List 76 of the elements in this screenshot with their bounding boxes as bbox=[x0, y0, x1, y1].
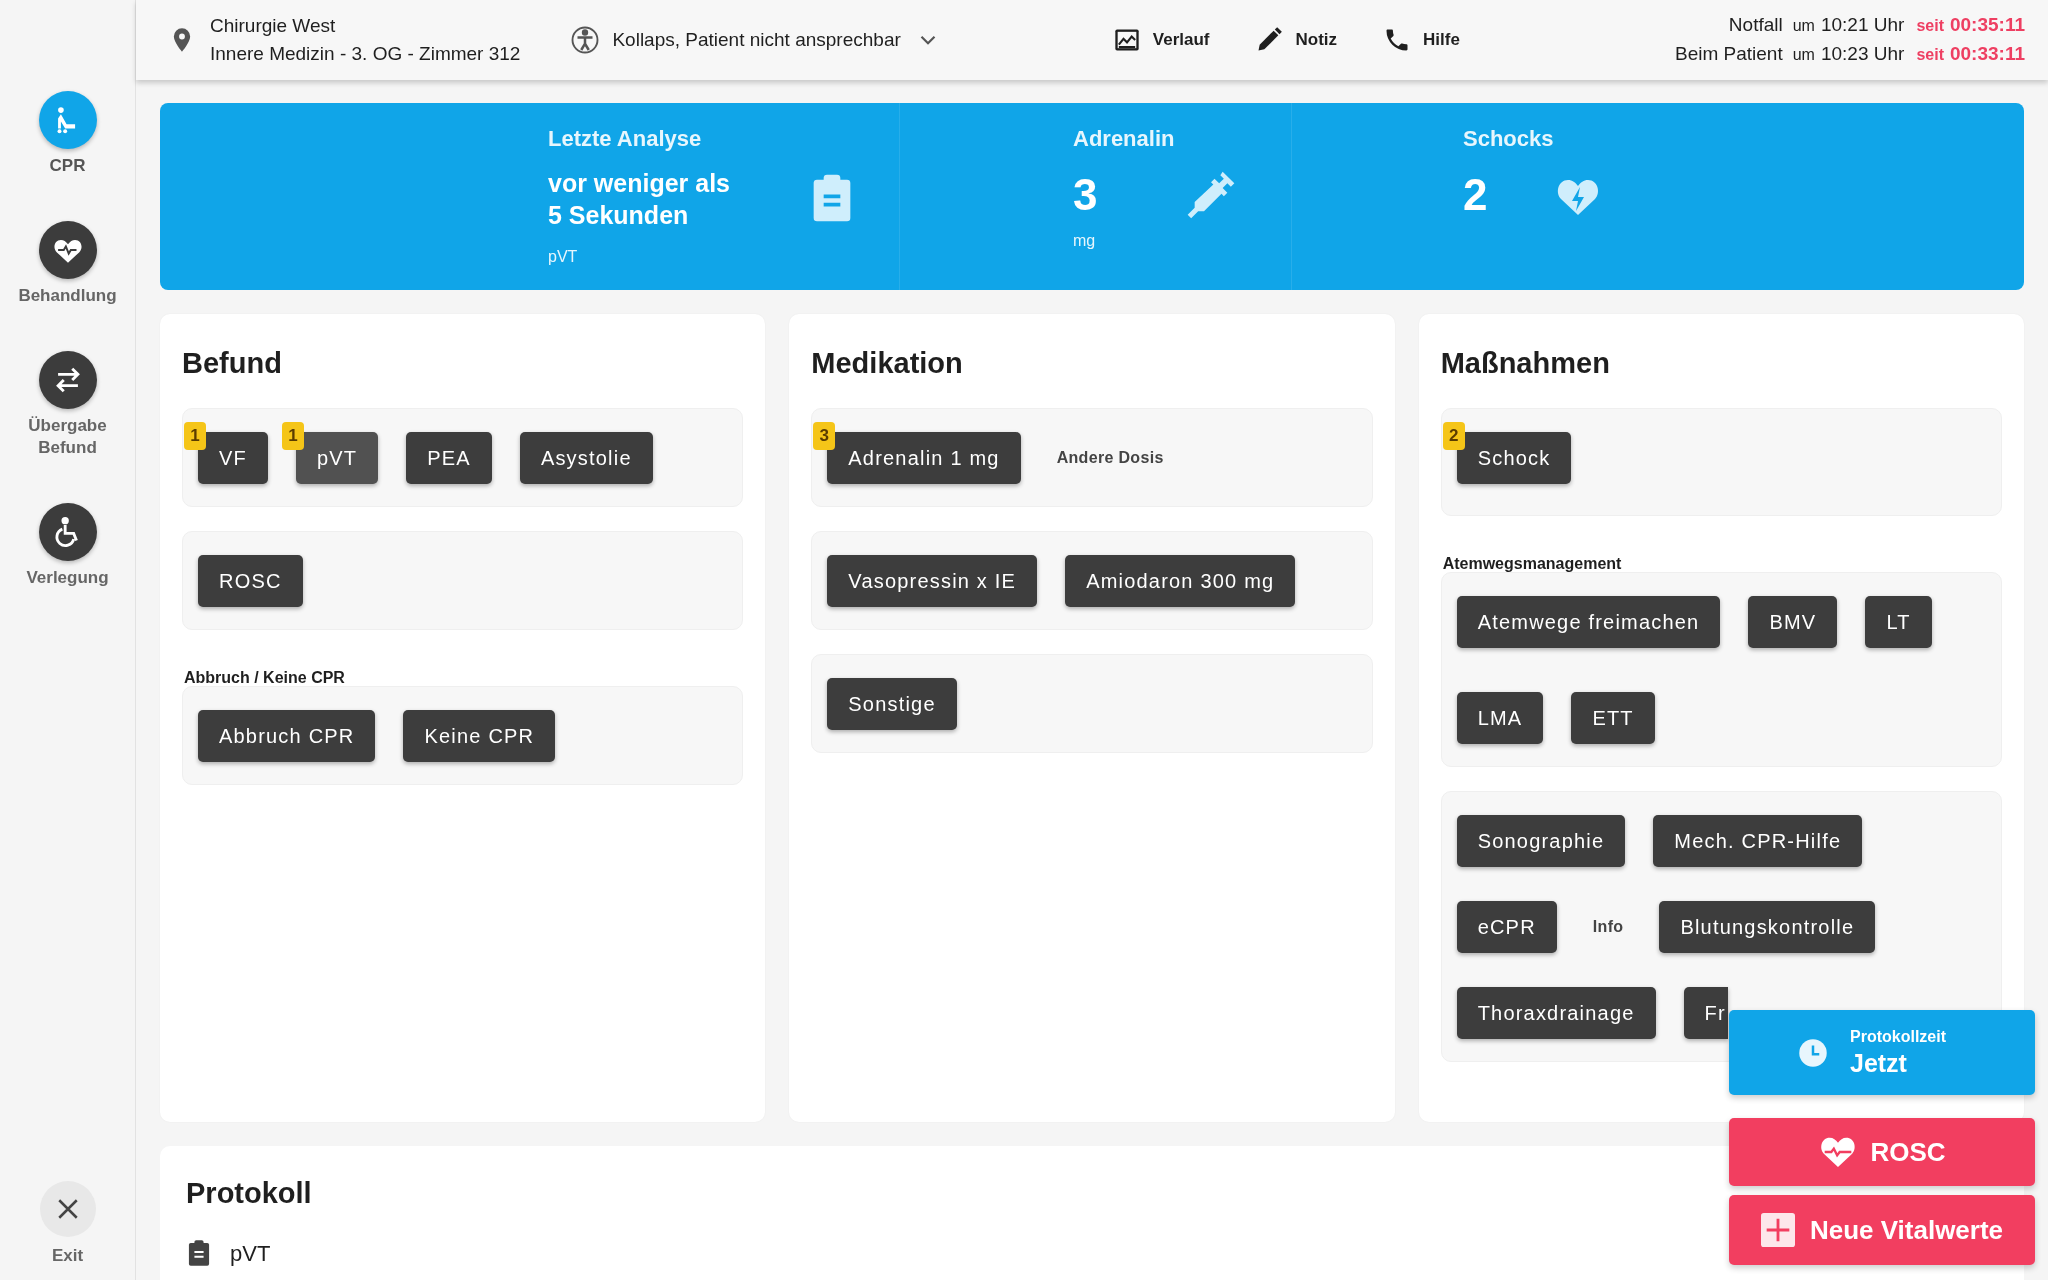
text-link[interactable]: Andere Dosis bbox=[1048, 446, 1172, 470]
reason-dropdown[interactable]: Kollaps, Patient nicht ansprechbar bbox=[568, 18, 943, 62]
count-badge: 1 bbox=[281, 422, 304, 450]
section-title: Befund bbox=[182, 346, 283, 380]
action-button[interactable]: VF bbox=[198, 432, 268, 484]
count-badge: 3 bbox=[813, 422, 836, 450]
nav-label[interactable]: Verlegung bbox=[12, 567, 123, 589]
entry-text: pVT bbox=[230, 1239, 271, 1268]
count-badge: 1 bbox=[184, 422, 206, 450]
action-button[interactable]: Sonographie bbox=[1456, 815, 1626, 867]
clipboard-icon bbox=[812, 173, 852, 223]
arrows-icon[interactable] bbox=[38, 351, 97, 409]
action-button[interactable]: Blutungskontrolle bbox=[1659, 901, 1876, 953]
stat-unit: pVT bbox=[548, 247, 579, 267]
action-button[interactable]: Amiodaron 300 mg bbox=[1065, 555, 1296, 607]
clipboard-icon bbox=[188, 1239, 210, 1267]
stat-value: 3 bbox=[1073, 171, 1099, 219]
action-button[interactable]: ETT bbox=[1571, 692, 1655, 744]
group-label: Abbruch / Keine CPR bbox=[184, 668, 345, 688]
action-button[interactable]: Asystolie bbox=[519, 432, 653, 484]
stat-title: Adrenalin bbox=[1073, 125, 1176, 153]
time-prefix: um bbox=[1792, 45, 1815, 65]
action-button[interactable]: eCPR bbox=[1456, 901, 1557, 953]
toolbar-button[interactable]: Verlauf bbox=[1112, 18, 1210, 62]
person-icon bbox=[570, 25, 601, 55]
stat-unit: mg bbox=[1073, 231, 1097, 251]
wheelchair-icon[interactable] bbox=[38, 503, 97, 561]
button-caption: Protokollzeit bbox=[1850, 1026, 1946, 1047]
toolbar-button[interactable]: Notiz bbox=[1255, 18, 1338, 62]
action-button[interactable]: Vasopressin x IE bbox=[827, 555, 1038, 607]
action-button[interactable]: PEA bbox=[406, 432, 492, 484]
time-prefix: um bbox=[1792, 16, 1815, 36]
elapsed-time: 00:35:11 bbox=[1950, 13, 2025, 37]
time-label: Beim Patient bbox=[1675, 42, 1783, 66]
section-title: Medikation bbox=[811, 346, 964, 380]
stat-title: Schocks bbox=[1463, 125, 1554, 153]
action-button[interactable]: Adrenalin 1 mg bbox=[827, 432, 1021, 484]
action-button[interactable]: Keine CPR bbox=[403, 710, 556, 762]
text-link[interactable]: Info bbox=[1584, 915, 1632, 939]
plus-icon bbox=[1760, 1213, 1795, 1247]
stat-value: vor weniger als 5 Sekunden bbox=[548, 168, 732, 231]
time-label: Notfall bbox=[1727, 13, 1783, 37]
section-title: Maßnahmen bbox=[1440, 346, 1611, 380]
action-button[interactable]: Fr bbox=[1683, 987, 1728, 1039]
action-button[interactable]: LT bbox=[1865, 596, 1932, 648]
nav-label[interactable]: CPR bbox=[12, 155, 123, 177]
stat-title: Letzte Analyse bbox=[548, 125, 703, 153]
exit-label[interactable]: Exit bbox=[51, 1242, 84, 1268]
heart-pulse-icon[interactable] bbox=[38, 221, 97, 279]
person-cpr-icon[interactable] bbox=[38, 91, 97, 149]
group-label: Atemwegsmanagement bbox=[1442, 554, 1622, 574]
time-value: 10:21 Uhr bbox=[1820, 13, 1905, 37]
elapsed-prefix: seit bbox=[1916, 16, 1944, 36]
action-button[interactable]: ROSC bbox=[198, 555, 303, 607]
elapsed-time: 00:33:11 bbox=[1950, 42, 2025, 66]
section-title: Protokoll bbox=[186, 1176, 313, 1210]
nav-label[interactable]: Behandlung bbox=[12, 285, 123, 307]
count-badge: 2 bbox=[1442, 422, 1465, 450]
elapsed-prefix: seit bbox=[1916, 45, 1944, 65]
action-button[interactable]: LMA bbox=[1456, 692, 1544, 744]
button-value: Jetzt bbox=[1850, 1047, 1907, 1079]
action-button[interactable]: Sonstige bbox=[827, 678, 957, 730]
nav-label[interactable]: Übergabe Befund bbox=[12, 415, 123, 459]
toolbar-button[interactable]: Hilfe bbox=[1383, 18, 1460, 62]
action-button[interactable]: Mech. CPR-Hilfe bbox=[1653, 815, 1863, 867]
location-name: Chirurgie West bbox=[210, 14, 337, 38]
stat-value: 2 bbox=[1463, 171, 1489, 219]
location-detail: Innere Medizin - 3. OG - Zimmer 312 bbox=[210, 42, 521, 66]
rosc-button[interactable]: ROSC bbox=[1729, 1118, 2035, 1186]
action-button[interactable]: Atemwege freimachen bbox=[1456, 596, 1721, 648]
new-vitals-button[interactable]: Neue Vitalwerte bbox=[1729, 1195, 2035, 1265]
time-value: 10:23 Uhr bbox=[1820, 42, 1905, 66]
action-button[interactable]: Abbruch CPR bbox=[198, 710, 376, 762]
action-button[interactable]: Thoraxdrainage bbox=[1456, 987, 1656, 1039]
action-button[interactable]: BMV bbox=[1748, 596, 1838, 648]
clock-icon bbox=[1798, 1037, 1828, 1068]
